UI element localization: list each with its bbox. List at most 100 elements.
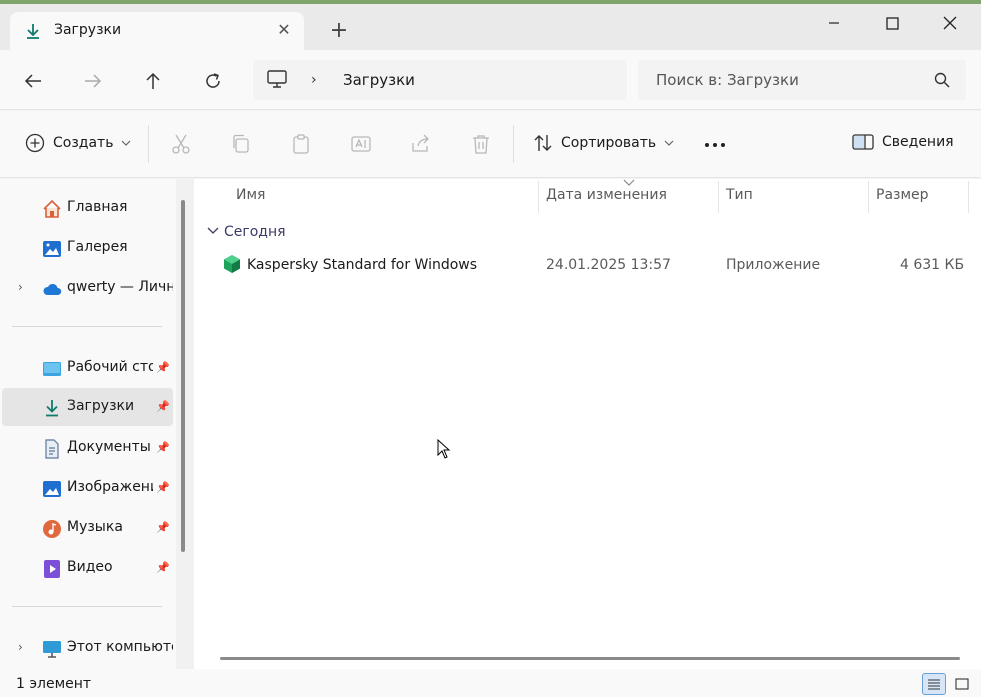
maximize-icon [885, 16, 899, 30]
sidebar-item-label: Галерея [67, 239, 128, 255]
up-button[interactable] [140, 68, 166, 94]
table-row[interactable]: Kaspersky Standard for Windows 24.01.202… [208, 249, 968, 281]
pin-icon[interactable]: 📌 [156, 361, 170, 375]
mouse-cursor-icon [437, 439, 451, 459]
sidebar-item-video[interactable]: Видео 📌 [2, 549, 173, 587]
arrow-up-icon [146, 72, 160, 89]
column-header-type[interactable]: Тип [726, 187, 753, 203]
this-pc-icon [43, 641, 61, 658]
sidebar-item-onedrive[interactable]: › qwerty — Личный [2, 269, 173, 307]
chevron-down-icon[interactable] [207, 226, 219, 236]
monitor-icon [267, 70, 287, 88]
column-header-date[interactable]: Дата изменения [546, 187, 667, 203]
minimize-button[interactable] [814, 8, 854, 38]
details-pane-icon [852, 134, 874, 150]
column-separator[interactable] [718, 181, 719, 213]
file-size: 4 631 КБ [900, 257, 965, 273]
search-icon[interactable] [934, 72, 950, 88]
file-name[interactable]: Kaspersky Standard for Windows [247, 257, 477, 273]
music-icon [43, 520, 61, 538]
sidebar-item-gallery[interactable]: Галерея [2, 229, 173, 267]
file-list: Имя Дата изменения Тип Размер Сегодня Ka… [194, 179, 981, 669]
tab-downloads[interactable]: Загрузки ✕ [10, 12, 304, 50]
address-bar[interactable]: › Загрузки [253, 60, 627, 100]
more-dots-icon [705, 143, 725, 147]
file-date: 24.01.2025 13:57 [546, 257, 671, 273]
sidebar-item-documents[interactable]: Документы 📌 [2, 429, 173, 467]
more-options-button[interactable] [703, 133, 727, 153]
refresh-button[interactable] [200, 68, 226, 94]
sidebar-item-desktop[interactable]: Рабочий стол 📌 [2, 349, 173, 387]
title-bar: Загрузки ✕ + [0, 4, 981, 50]
sidebar-item-downloads[interactable]: Загрузки 📌 [2, 388, 173, 426]
sidebar-divider [12, 326, 162, 327]
search-box[interactable]: Поиск в: Загрузки [638, 60, 966, 100]
sort-indicator-icon [623, 179, 635, 186]
download-icon [46, 400, 58, 417]
close-icon [943, 16, 957, 30]
item-count: 1 элемент [16, 676, 92, 692]
column-header-size[interactable]: Размер [876, 187, 929, 203]
toolbar-divider [513, 125, 514, 163]
sidebar-item-label: Музыка [67, 519, 123, 535]
column-header-name[interactable]: Имя [236, 187, 265, 203]
create-label: Создать [53, 135, 114, 151]
arrow-left-icon [24, 74, 41, 88]
group-header-today[interactable]: Сегодня [224, 224, 286, 240]
sort-button[interactable]: Сортировать [533, 133, 674, 153]
chevron-down-icon [664, 140, 674, 146]
pin-icon[interactable]: 📌 [156, 441, 170, 455]
sidebar-scrollbar-track[interactable] [176, 179, 194, 669]
copy-icon[interactable] [230, 133, 252, 155]
pin-icon[interactable]: 📌 [156, 400, 170, 414]
forward-button[interactable] [80, 68, 106, 94]
file-type: Приложение [726, 257, 821, 273]
horizontal-scrollbar-thumb[interactable] [220, 657, 960, 660]
kaspersky-app-icon [224, 255, 240, 273]
sort-label: Сортировать [561, 135, 657, 151]
column-separator[interactable] [868, 181, 869, 213]
plus-circle-icon [25, 133, 45, 153]
cut-icon[interactable] [170, 133, 192, 155]
sidebar-divider [12, 606, 162, 607]
rename-icon[interactable] [350, 133, 372, 155]
sidebar-item-this-pc[interactable]: › Этот компьютер [2, 629, 173, 667]
sidebar-scrollbar-thumb[interactable] [181, 200, 185, 552]
sidebar-item-home[interactable]: Главная [2, 189, 173, 227]
chevron-right-icon[interactable]: › [18, 280, 23, 294]
new-tab-button[interactable]: + [326, 18, 352, 44]
details-button[interactable]: Сведения [852, 133, 954, 151]
tiles-view-icon [955, 678, 969, 690]
close-window-button[interactable] [930, 8, 970, 38]
back-button[interactable] [20, 68, 46, 94]
tiles-view-button[interactable] [950, 673, 974, 695]
address-folder[interactable]: Загрузки [343, 71, 415, 89]
sidebar-item-label: Документы [67, 439, 151, 455]
create-button[interactable]: Создать [25, 133, 131, 153]
share-icon[interactable] [410, 133, 432, 155]
sidebar-item-label: qwerty — Личный [67, 279, 173, 295]
pictures-icon [43, 481, 61, 497]
details-view-button[interactable] [922, 673, 946, 695]
chevron-right-icon[interactable]: › [18, 640, 23, 654]
maximize-button[interactable] [872, 8, 912, 38]
desktop-icon [43, 362, 61, 376]
column-separator[interactable] [968, 181, 969, 213]
pin-icon[interactable]: 📌 [156, 521, 170, 535]
sidebar-item-label: Видео [67, 559, 113, 575]
sidebar-item-label: Рабочий стол [67, 359, 153, 375]
sidebar-item-music[interactable]: Музыка 📌 [2, 509, 173, 547]
sidebar-item-label: Главная [67, 199, 128, 215]
column-separator[interactable] [538, 181, 539, 213]
minimize-icon [829, 22, 839, 24]
sidebar-item-pictures[interactable]: Изображения 📌 [2, 469, 173, 507]
search-input[interactable]: Поиск в: Загрузки [656, 71, 799, 89]
chevron-right-icon[interactable]: › [311, 72, 317, 88]
paste-icon[interactable] [290, 133, 312, 155]
close-tab-icon[interactable]: ✕ [274, 20, 294, 40]
sort-arrows-icon [534, 135, 552, 151]
pin-icon[interactable]: 📌 [156, 561, 170, 575]
pin-icon[interactable]: 📌 [156, 481, 170, 495]
delete-icon[interactable] [470, 133, 492, 155]
tab-title: Загрузки [54, 22, 122, 38]
